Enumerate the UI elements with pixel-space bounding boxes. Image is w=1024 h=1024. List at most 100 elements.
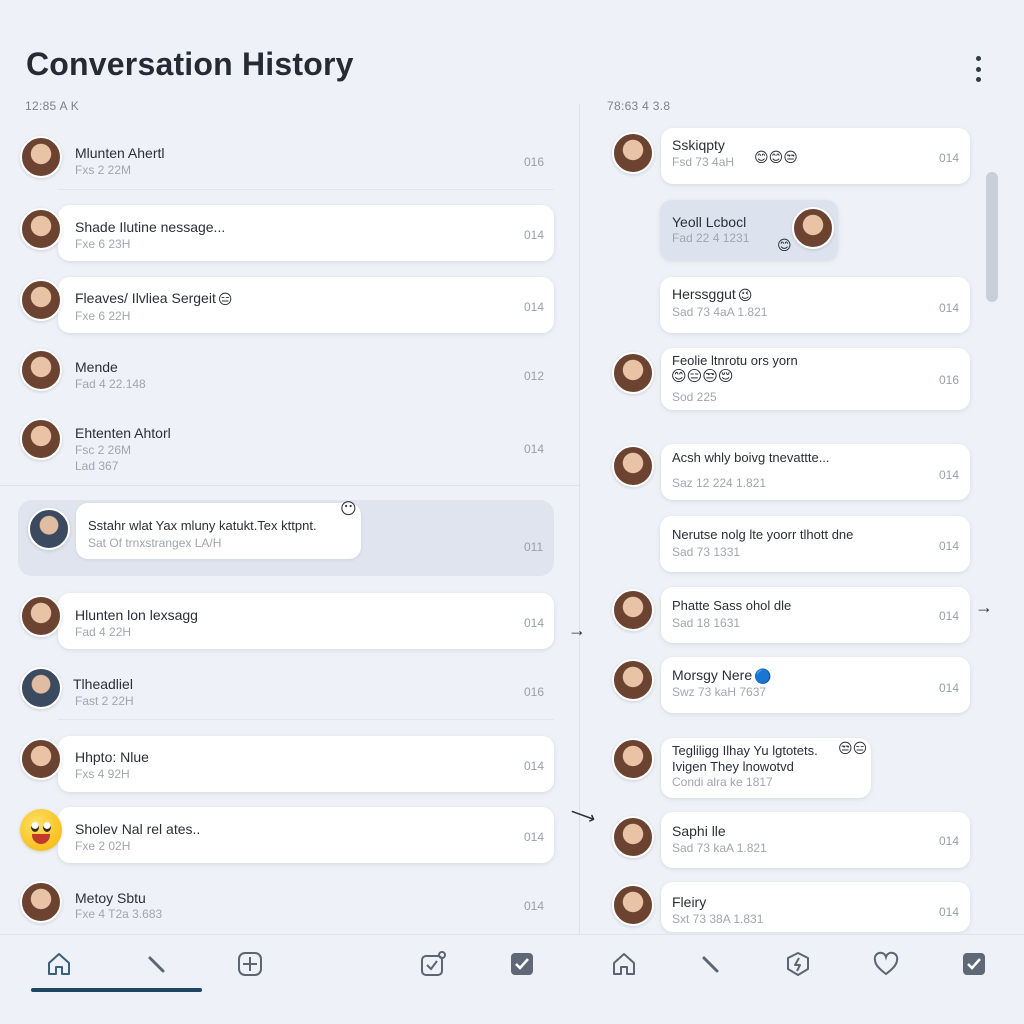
message-count: 016 [524,155,545,169]
conversation-row[interactable]: Phatte Sass ohol dle Sad 18 1631 014 [612,587,970,643]
contact-name: Yeoll Lcbocl [672,214,747,230]
message-meta: Sad 73 1331 [672,545,741,559]
page-title: Conversation History [26,46,354,82]
conversation-row[interactable]: Fleiry Sxt 73 38A 1.831 014 [612,882,970,932]
section-divider [0,485,579,486]
message-count: 016 [524,685,545,699]
message-meta: Swz 73 kaH 7637 [672,685,767,699]
emoji-icon: 😶 [340,501,357,518]
plus-square-icon[interactable] [234,948,266,980]
checkbox-icon[interactable] [506,948,538,980]
left-column-timestamp: 12:85 A K [25,99,80,113]
contact-name: Shade Ilutine nessage... [75,219,226,235]
conversation-history-app: Conversation History 12:85 A K 78:63 4 3… [0,0,1024,1024]
emoji-icon: 😊😑😒😌 [671,368,734,385]
contact-name: Tlheadliel [73,676,133,692]
conversation-row[interactable]: Hlunten lon lexsagg Fad 4 22H 014 [20,593,554,649]
avatar [612,589,654,631]
message-meta: Sxt 73 38A 1.831 [672,912,764,926]
avatar [612,132,654,174]
conversation-row[interactable]: Shade Ilutine nessage... Fxe 6 23H 014 [20,205,554,261]
checkbox-icon[interactable] [958,948,990,980]
message-meta: Fxe 6 23H [75,237,131,251]
avatar [612,352,654,394]
contact-name: Fleiry [672,894,707,910]
message-count: 014 [939,151,960,165]
conversation-bubble [660,516,970,572]
avatar [28,508,70,550]
conversation-row[interactable]: Sholev Nal rel ates.. Fxe 2 02H 014 [20,807,554,863]
selected-message-text: Sstahr wlat Yax mluny katukt.Tex kttpnt. [88,518,317,533]
conversation-bubble [58,134,554,190]
message-meta: Fsc 2 26M [75,443,132,457]
message-meta: Sod 225 [672,390,717,404]
scrollbar-thumb[interactable] [986,172,998,302]
conversation-row[interactable]: Acsh whly boivg tnevattte... Saz 12 224 … [612,444,970,500]
message-meta: Sad 73 4aA 1.821 [672,305,768,319]
pencil-icon[interactable] [140,948,172,980]
message-count: 014 [939,905,960,919]
more-options-icon[interactable] [966,56,990,82]
smiley-avatar-icon [20,809,62,851]
avatar [612,738,654,780]
contact-name-secondary: Ivigen They lnowotvd [672,759,794,774]
contact-name: Phatte Sass ohol dle [672,598,792,613]
avatar [612,816,654,858]
conversation-row[interactable]: Sskiqpty 😊😊😒 Fsd 73 4aH 014 [612,128,970,184]
heart-icon[interactable] [870,948,902,980]
contact-name: Ehtenten Ahtorl [75,425,171,441]
avatar [20,208,62,250]
emoji-icon: 😒😑 [838,740,868,756]
conversation-row[interactable]: Tegliligg Ilhay Yu lgtotets. 😒😑 Ivigen T… [612,738,872,798]
conversation-bubble [661,587,970,643]
conversation-row[interactable]: Nerutse nolg lte yoorr tlhott dne Sad 73… [660,516,970,572]
conversation-row[interactable]: Metoy Sbtu Fxe 4 T2a 3.683 014 [20,880,554,930]
pencil-icon[interactable] [694,948,726,980]
conversation-row[interactable]: Ehtenten Ahtorl Fsc 2 26M Lad 367 014 [20,416,554,478]
message-count: 011 [524,540,544,554]
conversation-row[interactable]: Mende Fad 4 22.148 012 [20,348,554,404]
contact-name: Morsgy Nere 🔵 [672,667,772,685]
message-meta: Fxs 4 92H [75,767,130,781]
emoji-icon: 😉 [737,287,753,304]
message-count: 014 [524,228,545,242]
message-count: 014 [939,468,960,482]
message-count: 014 [524,899,545,913]
contact-name: Tegliligg Ilhay Yu lgtotets. [672,743,818,758]
message-count: 014 [939,609,960,623]
home-icon[interactable] [608,948,640,980]
message-meta: Fxe 4 T2a 3.683 [75,907,163,921]
conversation-row[interactable]: Herssggut 😉 Sad 73 4aA 1.821 014 [660,277,970,333]
message-meta: Fxe 6 22H [75,309,131,323]
message-meta: Fsd 73 4aH [672,155,735,169]
conversation-row[interactable]: Yeoll Lcbocl Fad 22 4 1231 😊 [660,200,838,260]
emoji-icon: 😊 [777,237,792,253]
avatar [20,349,62,391]
conversation-row[interactable]: Tlheadliel Fast 2 22H 016 [20,664,554,720]
avatar [20,738,62,780]
contact-name: Feolie ltnrotu ors yorn [672,353,798,368]
lightning-shield-icon[interactable] [782,948,814,980]
avatar [20,418,62,460]
conversation-row[interactable]: Fleaves/ Ilvliea Sergeit 😑 Fxe 6 22H 014 [20,277,554,333]
contact-name: Hlunten lon lexsagg [75,607,198,623]
message-count: 014 [939,301,960,315]
emoji-icon: 😑 [217,291,233,308]
message-count: 014 [524,759,545,773]
message-meta: Fxe 2 02H [75,839,131,853]
message-meta: Condi alra ke 1817 [672,775,773,789]
conversation-row[interactable]: Mlunten Ahertl Fxs 2 22M 016 [20,134,554,190]
message-meta: Sad 73 kaA 1.821 [672,841,767,855]
calendar-check-icon[interactable] [416,948,448,980]
conversation-row[interactable]: Hhpto: Nlue Fxs 4 92H 014 [20,736,554,792]
conversation-row[interactable]: Saphi lle Sad 73 kaA 1.821 014 [612,812,970,868]
contact-name: Mende [75,359,118,375]
conversation-row[interactable]: Feolie ltnrotu ors yorn 😊😑😒😌 Sod 225 016 [612,348,970,410]
message-count: 014 [524,616,545,630]
conversation-row[interactable]: Morsgy Nere 🔵 Swz 73 kaH 7637 014 [612,657,970,713]
home-icon[interactable] [43,948,75,980]
contact-name: Sholev Nal rel ates.. [75,821,201,837]
contact-name: Saphi lle [672,823,726,839]
message-meta-secondary: Lad 367 [75,459,119,473]
message-count: 014 [524,830,545,844]
